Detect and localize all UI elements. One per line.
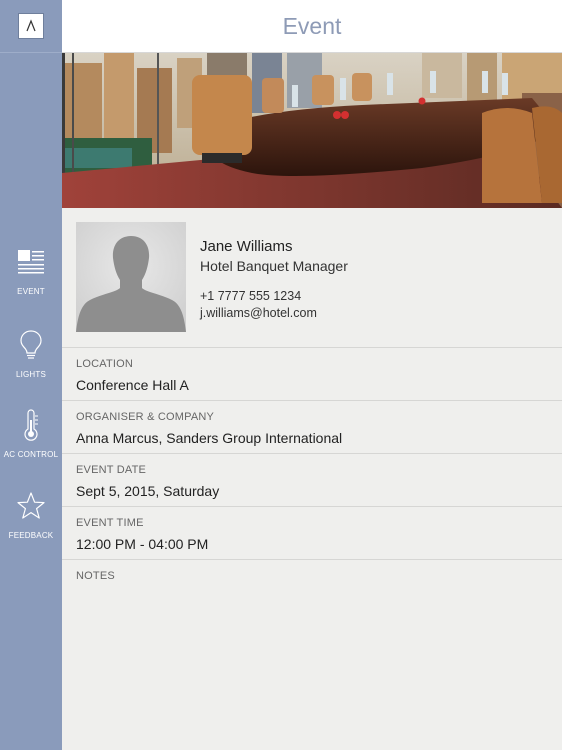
app-logo[interactable]	[18, 13, 44, 39]
sidebar-item-label: FEEDBACK	[8, 531, 54, 540]
sidebar-item-label: EVENT	[17, 287, 45, 296]
field-value: Anna Marcus, Sanders Group International	[76, 430, 343, 446]
field-label: EVENT TIME	[76, 517, 144, 529]
logo-icon	[26, 19, 36, 32]
contact-phone[interactable]: +1 7777 555 1234	[200, 289, 301, 303]
field-label: LOCATION	[76, 358, 134, 370]
field-value: 12:00 PM - 04:00 PM	[76, 536, 209, 552]
sidebar-item-feedback[interactable]: FEEDBACK	[0, 489, 62, 540]
contact-role: Hotel Banquet Manager	[200, 258, 348, 274]
page-title: Event	[282, 12, 342, 39]
field-label: ORGANISER & COMPANY	[76, 411, 215, 423]
conference-room-photo	[62, 53, 562, 208]
sidebar-item-lights[interactable]: LIGHTS	[0, 328, 62, 379]
field-notes: NOTES	[62, 560, 562, 613]
field-event-date: EVENT DATE Sept 5, 2015, Saturday	[62, 454, 562, 507]
logo-area	[0, 0, 62, 53]
contact-card: Jane Williams Hotel Banquet Manager +1 7…	[62, 208, 562, 348]
sidebar-item-label: AC CONTROL	[3, 450, 59, 459]
star-icon	[15, 489, 47, 523]
field-label: NOTES	[76, 570, 115, 582]
sidebar: EVENT LIGHTS AC CONTROL FEEDBACK	[0, 0, 62, 750]
avatar	[76, 222, 186, 332]
sidebar-item-ac-control[interactable]: AC CONTROL	[0, 408, 62, 459]
thermometer-icon	[15, 408, 47, 442]
event-icon	[15, 245, 47, 279]
sidebar-item-label: LIGHTS	[15, 370, 47, 379]
field-event-time: EVENT TIME 12:00 PM - 04:00 PM	[62, 507, 562, 560]
field-value: Conference Hall A	[76, 377, 189, 393]
lightbulb-icon	[15, 328, 47, 362]
contact-email[interactable]: j.williams@hotel.com	[200, 306, 317, 320]
person-silhouette-icon	[76, 222, 186, 332]
field-label: EVENT DATE	[76, 464, 147, 476]
contact-name: Jane Williams	[200, 238, 293, 255]
header: Event	[62, 0, 562, 53]
field-organiser: ORGANISER & COMPANY Anna Marcus, Sanders…	[62, 401, 562, 454]
sidebar-item-event[interactable]: EVENT	[0, 245, 62, 296]
field-location: LOCATION Conference Hall A	[62, 348, 562, 401]
field-value: Sept 5, 2015, Saturday	[76, 483, 220, 499]
